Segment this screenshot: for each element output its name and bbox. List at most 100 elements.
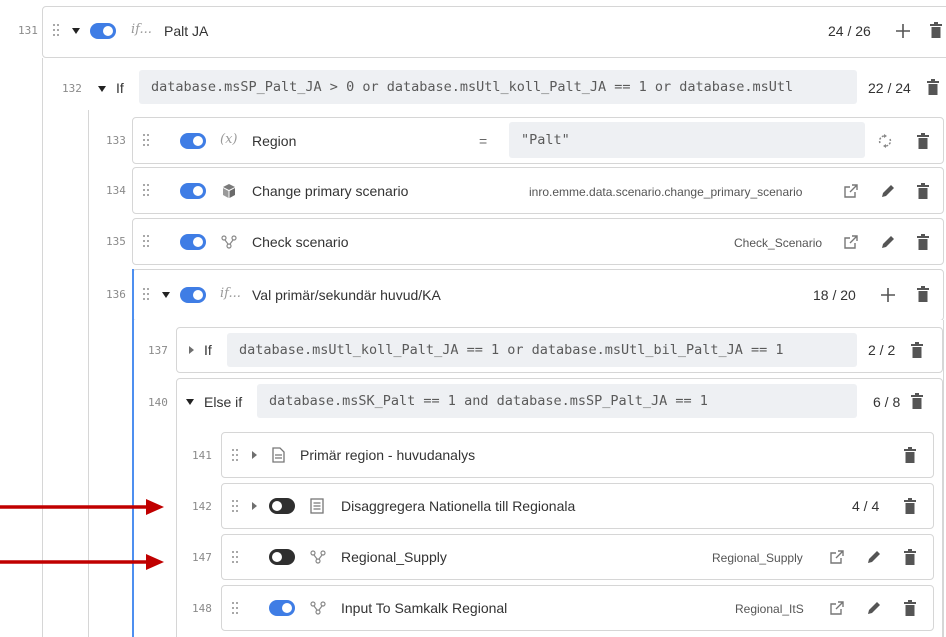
line-number: 133 — [106, 134, 126, 147]
step-count: 2 / 2 — [868, 342, 896, 358]
expand-chevron-icon[interactable] — [252, 451, 257, 459]
selected-indicator — [132, 269, 134, 637]
row-label: Val primär/sekundär huvud/KA — [252, 287, 441, 303]
annotation-arrow — [0, 554, 164, 570]
if-icon: if... — [131, 22, 152, 37]
else-if-keyword: Else if — [204, 394, 243, 410]
convert-icon[interactable] — [877, 133, 893, 149]
enable-toggle[interactable] — [90, 23, 116, 39]
step-count: 6 / 8 — [873, 394, 901, 410]
drag-handle-icon[interactable] — [232, 551, 240, 563]
assign-operator: = — [479, 133, 488, 149]
add-icon[interactable] — [895, 23, 911, 39]
drag-handle-icon[interactable] — [232, 602, 240, 614]
collapse-chevron-icon[interactable] — [72, 28, 80, 34]
enable-toggle[interactable] — [180, 287, 206, 303]
row-label: Palt JA — [164, 23, 209, 39]
variable-icon: (x) — [220, 132, 238, 147]
line-number: 147 — [192, 551, 212, 564]
row-147 — [221, 534, 934, 580]
line-number: 141 — [192, 449, 212, 462]
if-keyword: If — [116, 80, 124, 96]
annotation-arrow — [0, 499, 164, 515]
if-icon: if... — [220, 286, 241, 301]
expand-chevron-icon[interactable] — [189, 346, 194, 354]
tool-flow-icon — [310, 601, 326, 615]
line-number: 134 — [106, 184, 126, 197]
line-number: 132 — [62, 82, 82, 95]
tool-label: Check scenario — [252, 234, 349, 250]
tool-label: Input To Samkalk Regional — [341, 600, 508, 616]
expand-chevron-icon[interactable] — [252, 502, 257, 510]
tool-flow-icon — [221, 235, 237, 249]
step-count: 4 / 4 — [852, 498, 880, 514]
open-external-icon[interactable] — [830, 550, 844, 564]
drag-handle-icon[interactable] — [53, 24, 61, 36]
delete-icon[interactable] — [917, 286, 929, 302]
delete-icon[interactable] — [917, 183, 929, 199]
line-number: 142 — [192, 500, 212, 513]
condition-field[interactable]: database.msSP_Palt_JA > 0 or database.ms… — [139, 70, 857, 104]
tool-target: Check_Scenario — [734, 236, 823, 250]
variable-name: Region — [252, 133, 297, 149]
delete-icon[interactable] — [904, 447, 916, 463]
group-label: Primär region - huvudanalys — [300, 447, 476, 463]
group-label: Disaggregera Nationella till Regionala — [341, 498, 576, 514]
value-field[interactable]: "Palt" — [509, 122, 865, 158]
enable-toggle[interactable] — [269, 498, 295, 514]
open-external-icon[interactable] — [844, 184, 858, 198]
drag-handle-icon[interactable] — [143, 184, 151, 196]
line-number: 131 — [18, 24, 38, 37]
delete-icon[interactable] — [911, 342, 923, 358]
edit-icon[interactable] — [880, 183, 896, 199]
row-142 — [221, 483, 934, 529]
tool-label: Regional_Supply — [341, 549, 447, 565]
enable-toggle[interactable] — [269, 600, 295, 616]
edit-icon[interactable] — [866, 549, 882, 565]
enable-toggle[interactable] — [180, 133, 206, 149]
delete-icon[interactable] — [917, 133, 929, 149]
tool-target: inro.emme.data.scenario.change_primary_s… — [529, 185, 803, 199]
collapse-chevron-icon[interactable] — [186, 399, 194, 405]
delete-icon[interactable] — [904, 549, 916, 565]
delete-icon[interactable] — [911, 393, 923, 409]
delete-icon[interactable] — [904, 600, 916, 616]
collapse-chevron-icon[interactable] — [162, 292, 170, 298]
condition-field[interactable]: database.msUtl_koll_Palt_JA == 1 or data… — [227, 333, 857, 367]
tool-flow-icon — [310, 550, 326, 564]
tool-target: Regional_Supply — [712, 551, 803, 565]
line-number: 136 — [106, 288, 126, 301]
drag-handle-icon[interactable] — [143, 288, 151, 300]
step-count: 22 / 24 — [868, 80, 911, 96]
step-count: 18 / 20 — [813, 287, 856, 303]
cube-icon — [223, 184, 235, 198]
document-icon — [272, 447, 285, 463]
if-keyword: If — [204, 342, 212, 358]
collapse-chevron-icon[interactable] — [98, 86, 106, 92]
delete-icon[interactable] — [930, 22, 942, 38]
row-148 — [221, 585, 934, 631]
drag-handle-icon[interactable] — [143, 134, 151, 146]
add-icon[interactable] — [880, 287, 896, 303]
tool-label: Change primary scenario — [252, 183, 409, 199]
enable-toggle[interactable] — [180, 234, 206, 250]
open-external-icon[interactable] — [830, 601, 844, 615]
list-icon — [310, 498, 324, 514]
delete-icon[interactable] — [917, 234, 929, 250]
open-external-icon[interactable] — [844, 235, 858, 249]
step-count: 24 / 26 — [828, 23, 871, 39]
edit-icon[interactable] — [880, 234, 896, 250]
drag-handle-icon[interactable] — [232, 500, 240, 512]
condition-field[interactable]: database.msSK_Palt == 1 and database.msS… — [257, 384, 857, 418]
tool-target: Regional_ItS — [735, 602, 804, 616]
line-number: 137 — [148, 344, 168, 357]
delete-icon[interactable] — [904, 498, 916, 514]
drag-handle-icon[interactable] — [143, 235, 151, 247]
line-number: 140 — [148, 396, 168, 409]
enable-toggle[interactable] — [269, 549, 295, 565]
enable-toggle[interactable] — [180, 183, 206, 199]
line-number: 135 — [106, 235, 126, 248]
edit-icon[interactable] — [866, 600, 882, 616]
delete-icon[interactable] — [927, 79, 939, 95]
drag-handle-icon[interactable] — [232, 449, 240, 461]
